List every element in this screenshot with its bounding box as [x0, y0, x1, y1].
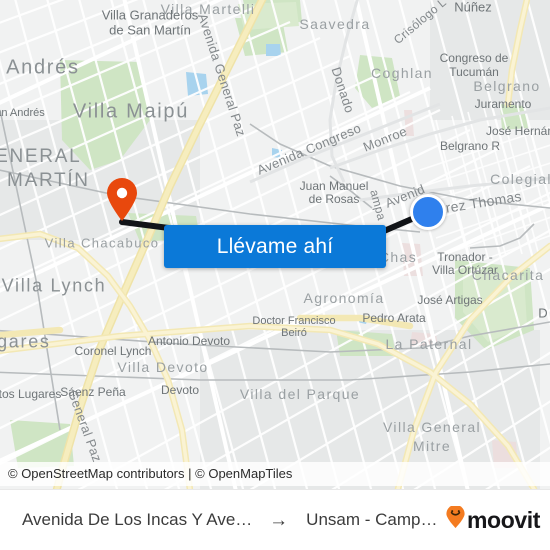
destination-label[interactable]: Unsam - Campus... — [306, 510, 445, 530]
take-me-there-button[interactable]: Llévame ahí — [164, 225, 386, 268]
attribution-osm[interactable]: © OpenStreetMap contributors — [8, 466, 185, 481]
attribution-openmaptiles[interactable]: © OpenMapTiles — [195, 466, 292, 481]
map-canvas[interactable]: Villa Granaderos de San Martín Villa Marte… — [0, 0, 550, 489]
origin-label[interactable]: Avenida De Los Incas Y Avenid... — [22, 510, 259, 530]
attribution-separator: | — [188, 466, 192, 481]
moovit-logo[interactable]: moovit — [445, 504, 540, 534]
moovit-pin-icon — [445, 504, 466, 534]
trip-summary-bar: Avenida De Los Incas Y Avenid... → Unsam… — [0, 489, 550, 550]
moovit-map-screen: Villa Granaderos de San Martín Villa Marte… — [0, 0, 550, 550]
destination-dot-icon[interactable] — [410, 194, 446, 230]
arrow-right-icon: → — [269, 509, 289, 531]
moovit-wordmark: moovit — [467, 506, 540, 533]
map-attribution: © OpenStreetMap contributors | © OpenMap… — [0, 462, 550, 486]
